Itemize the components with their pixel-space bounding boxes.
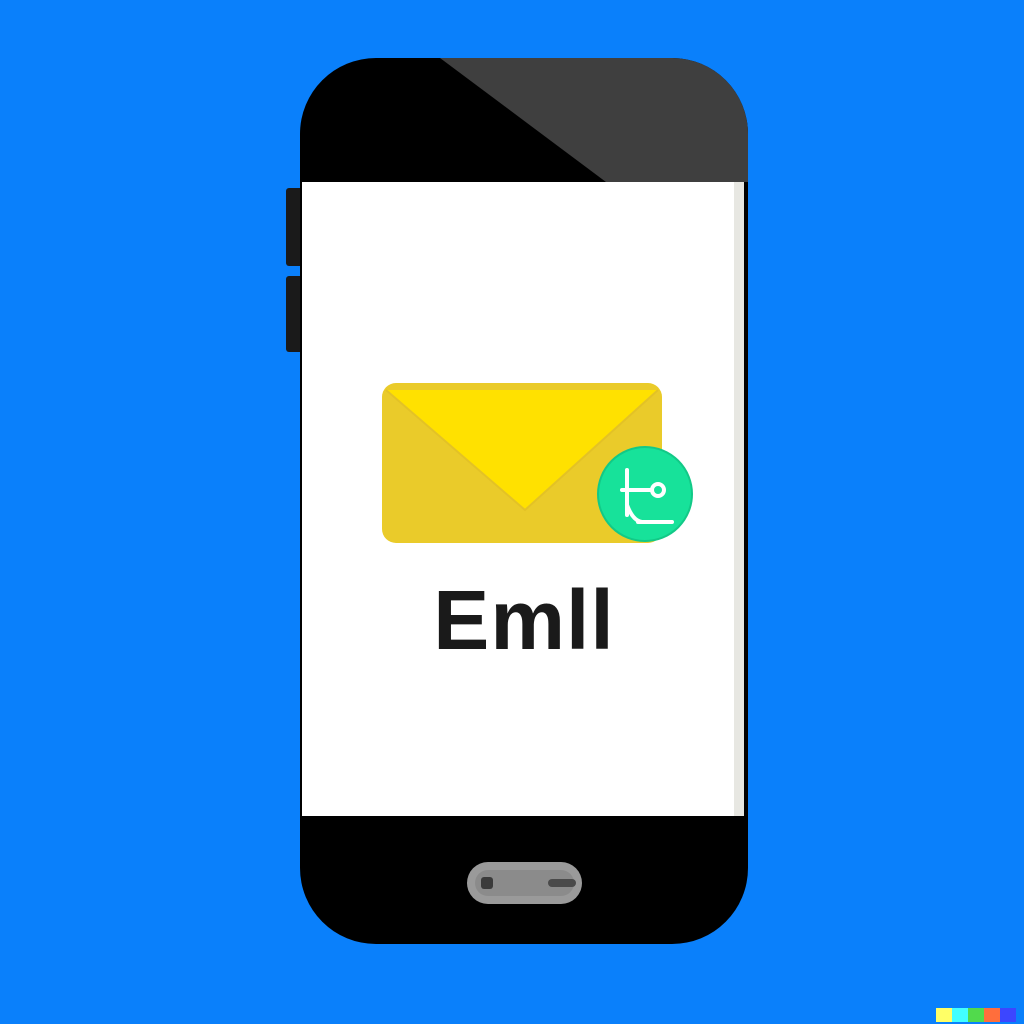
watermark-swatch <box>936 1008 952 1022</box>
watermark-swatch <box>984 1008 1000 1022</box>
watermark <box>936 1008 1016 1022</box>
watermark-swatch <box>968 1008 984 1022</box>
smartphone <box>286 58 748 944</box>
app-label: Emll <box>433 573 615 667</box>
key-badge-icon[interactable] <box>597 446 693 542</box>
home-button[interactable] <box>467 862 582 904</box>
watermark-swatch <box>1000 1008 1016 1022</box>
watermark-swatch <box>952 1008 968 1022</box>
screen-edge-shadow <box>734 182 744 816</box>
